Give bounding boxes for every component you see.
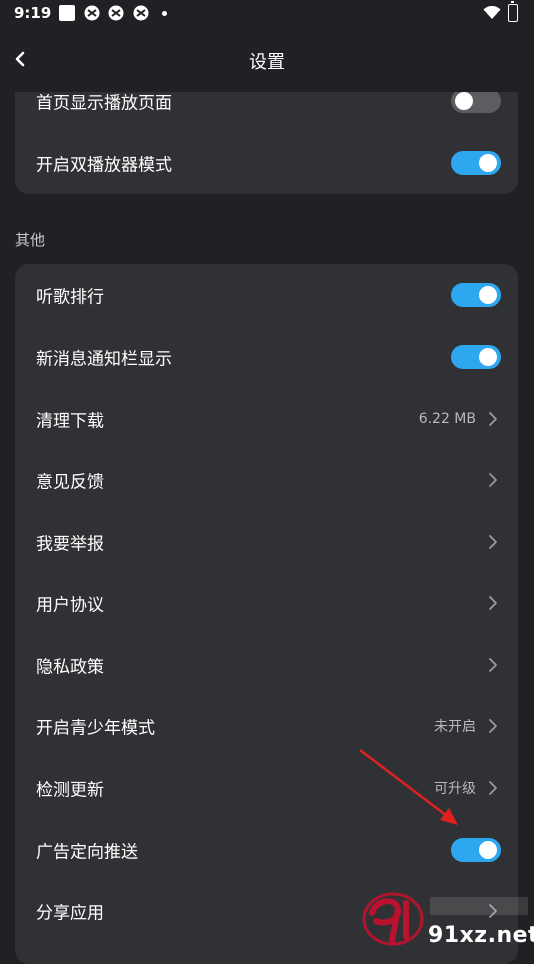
toggle-switch[interactable] [451, 344, 501, 369]
toggle-switch[interactable] [451, 282, 501, 307]
settings-group-other: 听歌排行 新消息通知栏显示 清理下载 6.22 MB 意见反馈 我要举报 用户协… [15, 264, 518, 964]
notification-app-icon [84, 5, 100, 21]
setting-label: 开启双播放器模式 [36, 155, 172, 175]
notification-square-icon [59, 5, 75, 21]
toggle-knob [479, 840, 497, 859]
setting-label: 我要举报 [36, 534, 104, 554]
battery-icon [508, 1, 518, 22]
setting-row-report[interactable]: 我要举报 [15, 511, 518, 572]
watermark: 91xz.net [360, 885, 534, 950]
setting-label: 听歌排行 [36, 287, 104, 307]
status-time: 9:19 [14, 4, 52, 22]
chevron-right-icon [489, 595, 497, 610]
setting-row-teen-mode[interactable]: 开启青少年模式 未开启 [15, 695, 518, 756]
setting-row-listening-rank[interactable]: 听歌排行 [15, 264, 518, 325]
more-notifications-dot [162, 11, 167, 16]
wifi-icon [483, 6, 501, 19]
setting-row-privacy-policy[interactable]: 隐私政策 [15, 634, 518, 695]
setting-label: 新消息通知栏显示 [36, 349, 172, 369]
setting-row-feedback[interactable]: 意见反馈 [15, 449, 518, 510]
chevron-right-icon [489, 534, 497, 549]
setting-label: 用户协议 [36, 595, 104, 615]
chevron-right-icon [489, 411, 497, 426]
toggle-knob [455, 91, 473, 110]
setting-value: 未开启 [434, 718, 476, 735]
toggle-switch[interactable] [451, 88, 501, 113]
chevron-right-icon [489, 657, 497, 672]
setting-row-targeted-ads[interactable]: 广告定向推送 [15, 819, 518, 880]
setting-row-clear-downloads[interactable]: 清理下载 6.22 MB [15, 388, 518, 449]
status-bar: 9:19 [0, 0, 534, 28]
notification-app-icon [108, 5, 124, 21]
toggle-knob [479, 347, 497, 366]
watermark-text: 91xz.net [428, 923, 534, 948]
setting-row-user-agreement[interactable]: 用户协议 [15, 572, 518, 633]
setting-label: 开启青少年模式 [36, 718, 155, 738]
toggle-knob [479, 285, 497, 304]
chevron-right-icon [489, 718, 497, 733]
setting-label: 分享应用 [36, 903, 104, 923]
chevron-right-icon [489, 472, 497, 487]
setting-value: 可升级 [434, 780, 476, 797]
section-title-other: 其他 [15, 231, 46, 249]
notification-app-icon [133, 5, 149, 21]
toggle-knob [479, 153, 497, 172]
setting-row-check-update[interactable]: 检测更新 可升级 [15, 757, 518, 818]
page-title: 设置 [249, 52, 285, 73]
watermark-logo [362, 892, 424, 946]
watermark-subtitle-block [430, 897, 528, 915]
setting-label: 意见反馈 [36, 472, 104, 492]
setting-label: 隐私政策 [36, 657, 104, 677]
setting-value: 6.22 MB [418, 410, 476, 427]
setting-label: 广告定向推送 [36, 842, 138, 862]
toggle-switch[interactable] [451, 150, 501, 175]
setting-label: 清理下载 [36, 411, 104, 431]
toggle-switch[interactable] [451, 837, 501, 862]
chevron-right-icon [489, 780, 497, 795]
setting-row-notification-bar[interactable]: 新消息通知栏显示 [15, 326, 518, 387]
setting-row-dual-player[interactable]: 开启双播放器模式 [15, 132, 518, 193]
setting-label: 检测更新 [36, 780, 104, 800]
app-header: 设置 [0, 28, 534, 92]
